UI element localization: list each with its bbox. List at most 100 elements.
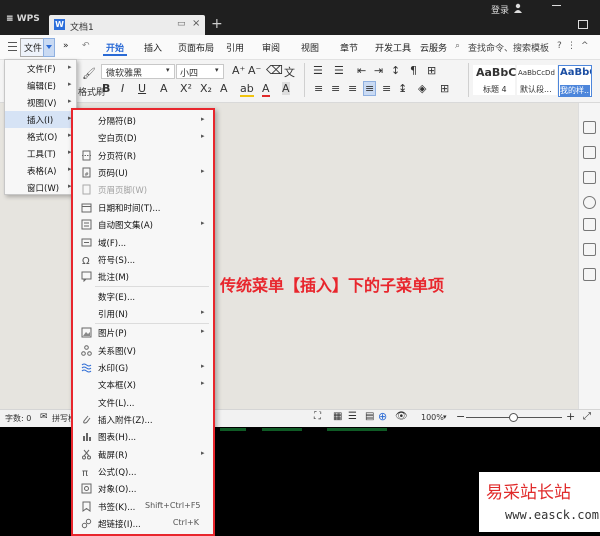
increase-indent-icon[interactable]: ⇥ [374, 64, 383, 77]
justify-icon[interactable]: ≡ [363, 81, 377, 96]
login-link[interactable]: 登录 [491, 3, 509, 16]
submenu-item-autotext[interactable]: 自动图文集(A) ▸ [73, 216, 211, 233]
submenu-item-comment[interactable]: 批注(M) [73, 268, 211, 285]
menu-item-tools[interactable]: 工具(T) ▸ [5, 145, 76, 162]
align-center-icon[interactable]: ≡ [331, 82, 340, 95]
zoom-slider-thumb[interactable] [509, 413, 518, 422]
collapse-ribbon-icon[interactable]: ^ [581, 41, 589, 51]
command-search-input[interactable]: 查找命令、搜索模板 [468, 41, 549, 54]
clear-format-icon[interactable]: ⌫ [266, 63, 283, 77]
tab-view[interactable]: 视图 [301, 41, 319, 54]
zoom-level[interactable]: 100% [421, 413, 444, 422]
tab-cloud[interactable]: 云服务 [420, 41, 447, 54]
star-icon[interactable] [583, 196, 596, 209]
line-spacing-icon[interactable]: ↨ [398, 82, 407, 95]
phonetic-icon[interactable]: 文 [284, 64, 295, 80]
submenu-item-bookmark[interactable]: 书签(K)... Shift+Ctrl+F5 [73, 498, 211, 515]
submenu-item-symbol[interactable]: Ω 符号(S)... [73, 251, 211, 268]
menu-item-file[interactable]: 文件(F) ▸ [5, 60, 76, 77]
submenu-item-watermark[interactable]: 水印(G) ▸ [73, 359, 211, 376]
superscript-icon[interactable]: X² [180, 82, 192, 95]
question-icon[interactable] [583, 268, 596, 281]
hamburger-icon[interactable] [8, 42, 17, 51]
tab-page-layout[interactable]: 页面布局 [178, 41, 214, 54]
tab-home[interactable]: 开始 [106, 41, 124, 54]
menu-item-table[interactable]: 表格(A) ▸ [5, 162, 76, 179]
submenu-item-reference[interactable]: 引用(N) ▸ [73, 305, 211, 322]
adjust-icon[interactable] [583, 171, 596, 184]
submenu-item-blank-page[interactable]: 空白页(D) ▸ [73, 129, 211, 146]
zoom-out-button[interactable]: − [456, 410, 465, 423]
more-tabs-icon[interactable]: » [63, 41, 69, 51]
submenu-item-chart[interactable]: 图表(H)... [73, 428, 211, 445]
menu-item-edit[interactable]: 编辑(E) ▸ [5, 77, 76, 94]
strikethrough-icon[interactable]: A [160, 82, 168, 95]
align-left-icon[interactable]: ≡ [314, 82, 323, 95]
style-my-style[interactable]: AaBbC 我的样... [558, 65, 592, 97]
align-right-icon[interactable]: ≡ [348, 82, 357, 95]
submenu-item-attachment[interactable]: 插入附件(Z)... [73, 411, 211, 428]
submenu-item-formula[interactable]: π 公式(Q)... [73, 463, 211, 480]
zoom-in-button[interactable]: + [566, 410, 575, 423]
tools-icon[interactable] [583, 243, 596, 256]
more-icon[interactable]: ⋮ [567, 41, 576, 51]
tab-insert[interactable]: 插入 [144, 41, 162, 54]
submenu-item-date-time[interactable]: 日期和时间(T)... [73, 199, 211, 216]
show-marks-icon[interactable]: ¶ [410, 64, 417, 77]
text-effect-icon[interactable]: A [220, 82, 228, 95]
italic-icon[interactable]: I [121, 82, 124, 95]
cursor-icon[interactable] [583, 121, 596, 134]
submenu-item-textbox[interactable]: 文本框(X) ▸ [73, 376, 211, 393]
share-icon[interactable] [583, 218, 596, 231]
document-tab[interactable]: W 文档1 ▭ × [49, 15, 205, 35]
submenu-item-picture[interactable]: 图片(P) ▸ [73, 324, 211, 341]
submenu-item-separator[interactable]: 分隔符(B) ▸ [73, 112, 211, 129]
monitor-icon[interactable]: ▭ [177, 19, 186, 29]
close-tab-icon[interactable]: × [192, 18, 200, 29]
numbered-list-icon[interactable]: ☰ [334, 64, 344, 77]
undo-icon[interactable]: ↶ [82, 41, 90, 51]
highlight-icon[interactable]: ab [240, 82, 254, 97]
shrink-font-icon[interactable]: A⁻ [248, 64, 261, 77]
page-view-icon[interactable]: ▦ [333, 411, 342, 422]
submenu-item-relation-diagram[interactable]: 关系图(V) [73, 342, 211, 359]
shading-icon[interactable]: ◈ [418, 82, 426, 95]
grow-font-icon[interactable]: A⁺ [232, 64, 245, 77]
submenu-item-object[interactable]: 对象(O)... [73, 480, 211, 497]
menu-item-view[interactable]: 视图(V) ▸ [5, 94, 76, 111]
file-menu-dropdown[interactable] [43, 38, 55, 57]
char-shading-icon[interactable]: A [282, 82, 290, 95]
subscript-icon[interactable]: X₂ [200, 82, 212, 95]
outline-view-icon[interactable]: ☰ [348, 411, 357, 422]
tab-chapter[interactable]: 章节 [340, 41, 358, 54]
menu-item-window[interactable]: 窗口(W) ▸ [5, 179, 76, 196]
spell-check-icon[interactable]: ✉ [40, 412, 48, 422]
maximize-button[interactable] [578, 20, 588, 29]
bullet-list-icon[interactable]: ☰ [313, 64, 323, 77]
tab-references[interactable]: 引用 [226, 41, 244, 54]
submenu-item-number[interactable]: 数字(E)... [73, 288, 211, 305]
minimize-button[interactable] [552, 5, 561, 6]
style-heading4[interactable]: AaBbC 标题 4 [473, 65, 516, 95]
user-icon[interactable] [513, 3, 523, 13]
submenu-item-hyperlink[interactable]: 超链接(I)... Ctrl+K [73, 515, 211, 532]
submenu-item-page-break[interactable]: 分页符(R) [73, 147, 211, 164]
format-painter-icon[interactable]: 🖌 [82, 67, 96, 80]
submenu-item-field[interactable]: 域(F)... [73, 234, 211, 251]
tab-review[interactable]: 审阅 [262, 41, 280, 54]
submenu-item-page-number[interactable]: # 页码(U) ▸ [73, 164, 211, 181]
wps-logo[interactable]: ≡ WPS [6, 14, 40, 24]
sort-icon[interactable]: ↕ [391, 64, 400, 77]
pen-icon[interactable] [583, 146, 596, 159]
help-icon[interactable]: ? [557, 41, 562, 51]
font-color-icon[interactable]: A [262, 82, 270, 97]
read-view-icon[interactable]: ▤ [365, 411, 374, 422]
eye-protect-icon[interactable]: 👁 [395, 411, 408, 422]
submenu-item-screenshot[interactable]: 截屏(R) ▸ [73, 446, 211, 463]
web-view-icon[interactable]: ⊕ [378, 410, 387, 423]
fullscreen-icon[interactable]: ⛶ [314, 411, 321, 422]
new-tab-button[interactable]: + [211, 16, 223, 32]
tab-developer[interactable]: 开发工具 [375, 41, 411, 54]
underline-icon[interactable]: U [138, 82, 146, 95]
style-default-paragraph[interactable]: AaBbCcDd 默认段... [517, 65, 557, 95]
